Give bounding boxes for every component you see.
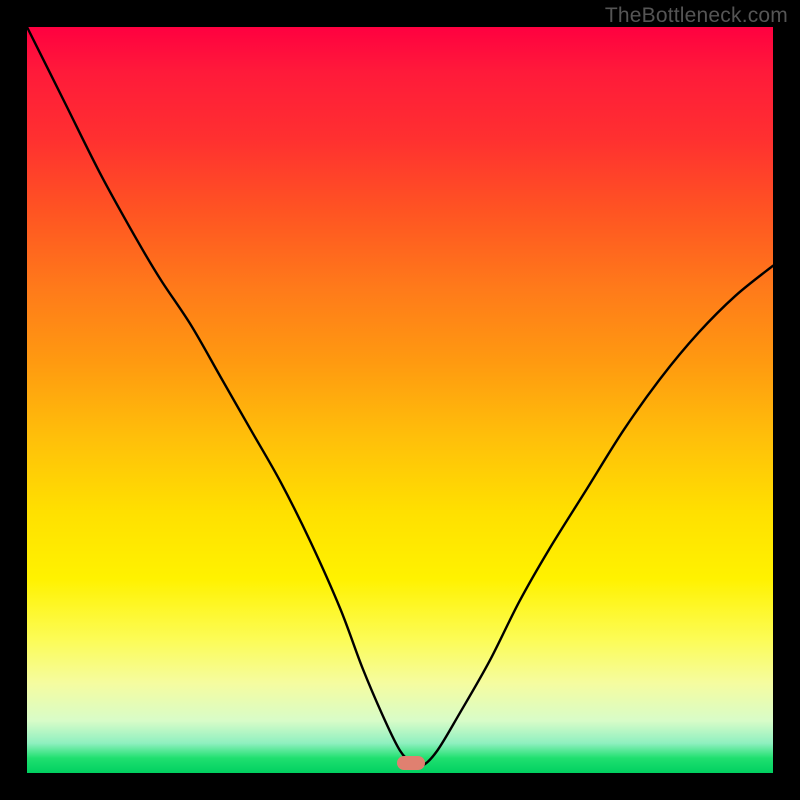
- chart-container: TheBottleneck.com: [0, 0, 800, 800]
- plot-area: [27, 27, 773, 773]
- optimum-marker: [397, 756, 425, 770]
- watermark-label: TheBottleneck.com: [605, 4, 788, 28]
- bottleneck-curve: [27, 27, 773, 773]
